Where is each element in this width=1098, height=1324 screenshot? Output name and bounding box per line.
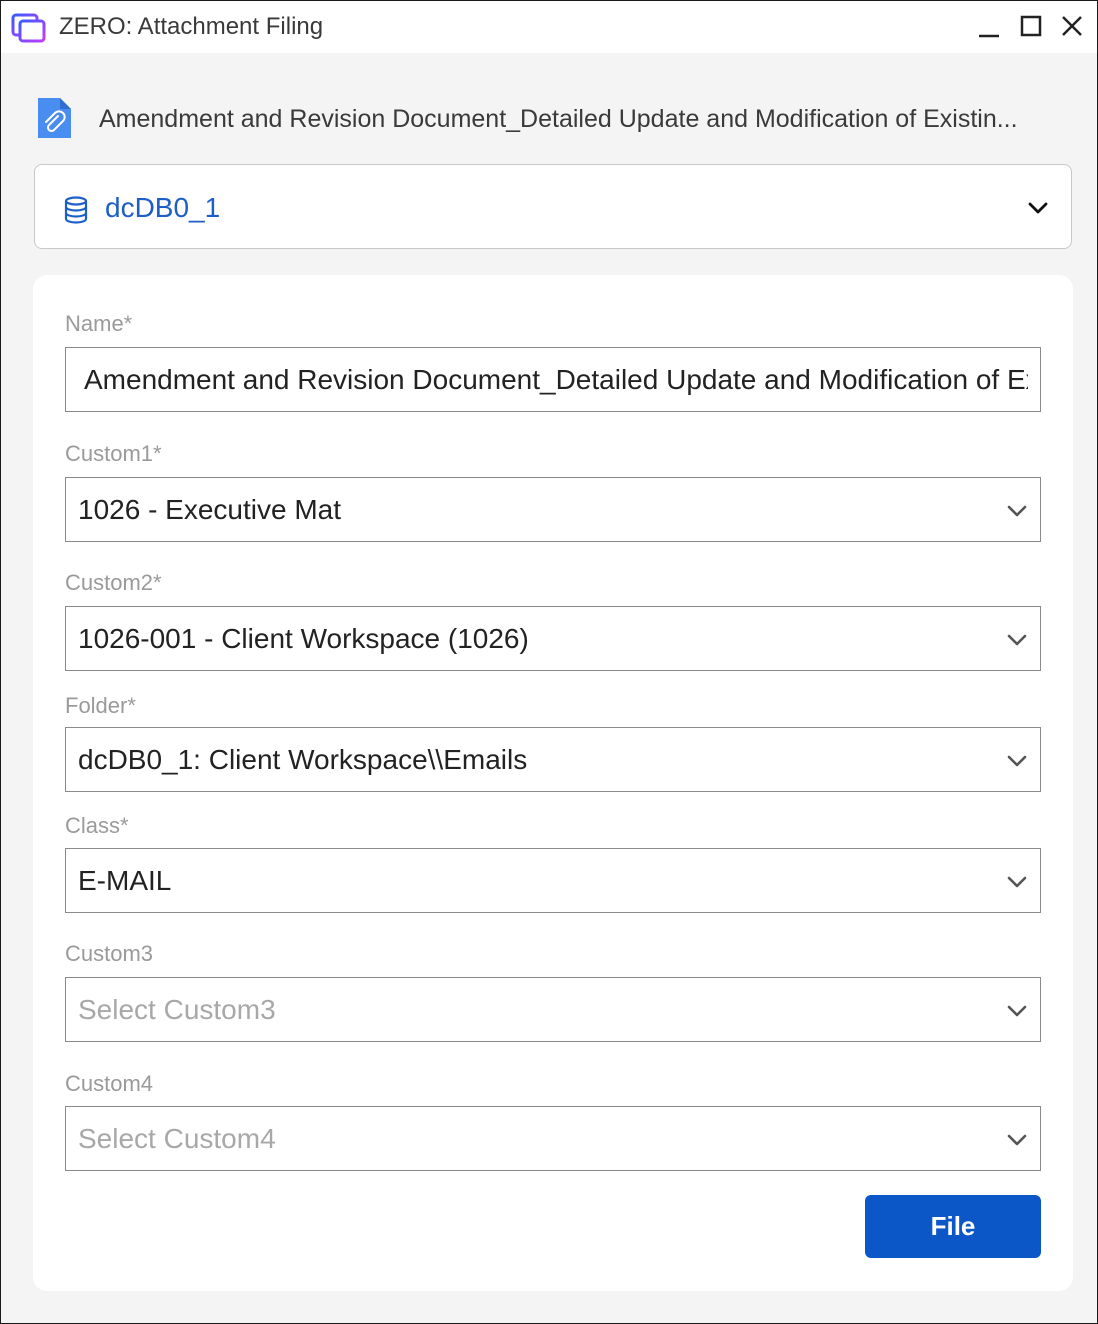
custom4-label: Custom4 xyxy=(65,1071,154,1096)
class-select[interactable]: E-MAIL xyxy=(65,848,1041,913)
custom1-value: 1026 - Executive Mat xyxy=(78,494,342,525)
file-button[interactable]: File xyxy=(865,1195,1041,1258)
chevron-down-icon xyxy=(1007,1005,1027,1017)
minimize-icon[interactable] xyxy=(973,11,1005,43)
document-title: Amendment and Revision Document_Detailed… xyxy=(99,105,1018,133)
database-icon xyxy=(64,196,88,224)
custom2-label: Custom2* xyxy=(65,570,162,595)
chevron-down-icon xyxy=(1007,505,1027,517)
class-value: E-MAIL xyxy=(78,865,172,896)
folder-select[interactable]: dcDB0_1: Client Workspace\\Emails xyxy=(65,727,1041,792)
custom4-placeholder: Select Custom4 xyxy=(78,1123,276,1154)
name-input[interactable]: Amendment and Revision Document_Detailed… xyxy=(65,347,1041,412)
chevron-down-icon xyxy=(1007,1134,1027,1146)
document-attachment-icon xyxy=(38,98,71,138)
window-title: ZERO: Attachment Filing xyxy=(59,13,324,40)
class-label: Class* xyxy=(65,813,129,838)
maximize-icon[interactable] xyxy=(1015,11,1047,43)
database-selector[interactable]: dcDB0_1 xyxy=(34,164,1072,249)
custom1-label: Custom1* xyxy=(65,441,162,466)
zero-logo-icon xyxy=(11,13,46,43)
close-icon[interactable] xyxy=(1056,11,1088,43)
custom3-label: Custom3 xyxy=(65,941,154,966)
chevron-down-icon xyxy=(1007,755,1027,767)
folder-label: Folder* xyxy=(65,693,136,718)
title-bar: ZERO: Attachment Filing xyxy=(1,1,1097,53)
custom1-select[interactable]: 1026 - Executive Mat xyxy=(65,477,1041,542)
custom4-select[interactable]: Select Custom4 xyxy=(65,1106,1041,1171)
database-name: dcDB0_1 xyxy=(105,192,221,223)
chevron-down-icon xyxy=(1007,876,1027,888)
custom3-select[interactable]: Select Custom3 xyxy=(65,977,1041,1042)
folder-value: dcDB0_1: Client Workspace\\Emails xyxy=(78,744,528,775)
custom2-select[interactable]: 1026-001 - Client Workspace (1026) xyxy=(65,606,1041,671)
custom2-value: 1026-001 - Client Workspace (1026) xyxy=(78,623,529,654)
chevron-down-icon[interactable] xyxy=(1025,195,1051,221)
name-label: Name* xyxy=(65,311,133,336)
filing-form: Name* Amendment and Revision Document_De… xyxy=(33,275,1073,1291)
custom3-placeholder: Select Custom3 xyxy=(78,994,276,1025)
name-value: Amendment and Revision Document_Detailed… xyxy=(84,364,1028,395)
chevron-down-icon xyxy=(1007,634,1027,646)
app-window: ZERO: Attachment Filing Amendment and Re… xyxy=(0,0,1098,1324)
